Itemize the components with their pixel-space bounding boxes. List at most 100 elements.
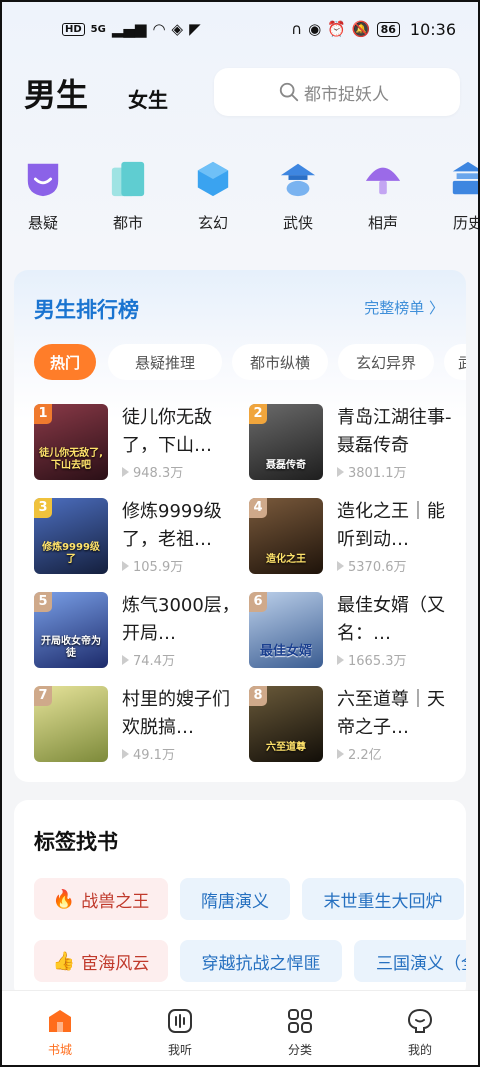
tag-label: 末世重生大回炉 (323, 891, 443, 912)
status-bar: HD 5G ▂▄▆ ◠ ◈ ◤ ∩ ◉ ⏰ 🔕 86 10:36 (0, 0, 480, 58)
pill-fantasy[interactable]: 玄幻异界 (338, 344, 434, 380)
fantasy-icon (197, 161, 229, 197)
category-crosstalk[interactable]: 相声 (348, 160, 418, 233)
network-type: 5G (90, 23, 106, 35)
cover-text: 最佳女婿 (259, 644, 312, 660)
book-item[interactable]: 6 最佳女婿 最佳女婿（又名：… 1665.3万 (249, 592, 459, 672)
play-count: 49.1万 (122, 744, 175, 763)
status-left: HD 5G ▂▄▆ ◠ ◈ ◤ (62, 19, 201, 38)
play-count-value: 74.4万 (133, 654, 175, 669)
tag-search-card: 标签找书 🔥 战兽之王 隋唐演义 末世重生大回炉 👍 宦海风云 穿越抗战之悍匪 … (14, 800, 466, 1000)
pill-wuxia[interactable]: 武侠 (444, 344, 466, 380)
play-icon (337, 654, 344, 665)
rank-badge: 2 (249, 404, 267, 424)
tag-label: 宦海风云 (81, 953, 150, 974)
book-item[interactable]: 4 造化之王 造化之王｜能听到动… 5370.6万 (249, 498, 459, 578)
play-count-value: 5370.6万 (348, 560, 407, 575)
play-icon (337, 560, 344, 571)
tag-item[interactable]: 穿越抗战之悍匪 (180, 940, 342, 982)
listen-icon (168, 1009, 192, 1033)
cover-text: 造化之王 (266, 554, 306, 565)
play-count: 1665.3万 (337, 650, 407, 669)
tag-item[interactable]: 🔥 战兽之王 (34, 878, 168, 920)
tab-male[interactable]: 男生 (24, 70, 88, 116)
category-row: 悬疑 都市 玄幻 武侠 相声 历史 (0, 160, 480, 240)
book-item[interactable]: 5 开局收女帝为徒 炼气3000层，开局… 74.4万 (34, 592, 244, 672)
book-item[interactable]: 2 聂磊传奇 青岛江湖往事-聂磊传奇 3801.1万 (249, 404, 459, 484)
tag-item[interactable]: 隋唐演义 (180, 878, 290, 920)
nav-label: 分类 (287, 1043, 312, 1057)
thumbs-up-icon: 👍 (52, 950, 76, 972)
clock: 10:36 (409, 19, 456, 39)
bookstore-icon (49, 1010, 71, 1032)
tag-item[interactable]: 末世重生大回炉 (302, 878, 464, 920)
nav-bookstore[interactable]: 书城 (0, 991, 120, 1067)
nav-listen[interactable]: 我听 (120, 991, 240, 1067)
nav-profile[interactable]: 我的 (360, 991, 480, 1067)
rank-badge: 6 (249, 592, 267, 612)
book-title: 炼气3000层，开局… (122, 595, 240, 644)
book-cover: 5 开局收女帝为徒 (34, 592, 108, 668)
book-title: 六至道尊｜天帝之子… (337, 689, 445, 738)
crosstalk-icon (365, 167, 401, 195)
category-label: 相声 (367, 214, 398, 232)
book-item[interactable]: 8 六至道尊 六至道尊｜天帝之子… 2.2亿 (249, 686, 459, 766)
cover-text: 聂磊传奇 (266, 460, 306, 471)
book-item[interactable]: 3 修炼9999级了 修炼9999级了，老祖… 105.9万 (34, 498, 244, 578)
book-cover: 8 六至道尊 (249, 686, 323, 762)
category-suspense[interactable]: 悬疑 (8, 160, 78, 233)
book-cover: 1 徒儿你无敌了,下山去吧 (34, 404, 108, 480)
eye-icon: ◉ (308, 19, 322, 38)
pill-city[interactable]: 都市纵横 (232, 344, 328, 380)
app-notification-icon: ◈ (171, 19, 184, 38)
app-screen: HD 5G ▂▄▆ ◠ ◈ ◤ ∩ ◉ ⏰ 🔕 86 10:36 男生 女生 都… (0, 0, 480, 1067)
category-fantasy[interactable]: 玄幻 (178, 160, 248, 233)
signal-icon: ▂▄▆ (111, 19, 147, 38)
category-wuxia[interactable]: 武侠 (263, 160, 333, 233)
play-icon (122, 654, 129, 665)
headphones-icon: ∩ (291, 19, 303, 38)
search-input[interactable]: 都市捉妖人 (214, 68, 460, 116)
cover-text: 开局收女帝为徒 (41, 636, 101, 659)
pill-hot[interactable]: 热门 (34, 344, 96, 380)
play-count: 5370.6万 (337, 556, 407, 575)
book-cover: 6 最佳女婿 (249, 592, 323, 668)
nav-label: 书城 (47, 1043, 72, 1057)
play-count-value: 3801.1万 (348, 466, 407, 481)
ranking-card: 男生排行榜 完整榜单 〉 热门 悬疑推理 都市纵横 玄幻异界 武侠 1 徒儿你无… (14, 270, 466, 782)
rank-badge: 5 (34, 592, 52, 612)
hd-indicator: HD (62, 22, 85, 36)
play-icon (122, 466, 129, 477)
play-icon (122, 748, 129, 759)
category-history[interactable]: 历史 (433, 160, 480, 233)
play-icon (337, 466, 344, 477)
book-title: 造化之王｜能听到动… (337, 501, 445, 550)
book-title: 最佳女婿（又名：… (337, 595, 445, 644)
nav-label: 我听 (167, 1043, 192, 1057)
book-cover: 3 修炼9999级了 (34, 498, 108, 574)
book-cover: 4 造化之王 (249, 498, 323, 574)
arrow-app-icon: ◤ (189, 19, 201, 38)
category-label: 悬疑 (27, 214, 58, 232)
rank-badge: 4 (249, 498, 267, 518)
category-city[interactable]: 都市 (93, 160, 163, 233)
book-item[interactable]: 7 村里的嫂子们欢脱搞… 49.1万 (34, 686, 244, 766)
book-cover: 7 (34, 686, 108, 762)
book-item[interactable]: 1 徒儿你无敌了,下山去吧 徒儿你无敌了，下山… 948.3万 (34, 404, 244, 484)
tag-item[interactable]: 👍 宦海风云 (34, 940, 168, 982)
pill-suspense[interactable]: 悬疑推理 (108, 344, 222, 380)
suspense-icon (27, 163, 59, 197)
play-count-value: 1665.3万 (348, 654, 407, 669)
book-cover: 2 聂磊传奇 (249, 404, 323, 480)
category-label: 都市 (112, 214, 143, 232)
category-label: 玄幻 (197, 214, 228, 232)
nav-category[interactable]: 分类 (240, 991, 360, 1067)
full-ranking-link[interactable]: 完整榜单 〉 (364, 297, 444, 318)
wifi-icon: ◠ (152, 19, 166, 38)
history-icon (452, 161, 480, 195)
play-count-value: 2.2亿 (348, 748, 382, 763)
ranking-title: 男生排行榜 (34, 298, 139, 322)
tab-female[interactable]: 女生 (128, 84, 168, 113)
play-count: 948.3万 (122, 462, 183, 481)
tag-item[interactable]: 三国演义（全 (354, 940, 466, 982)
